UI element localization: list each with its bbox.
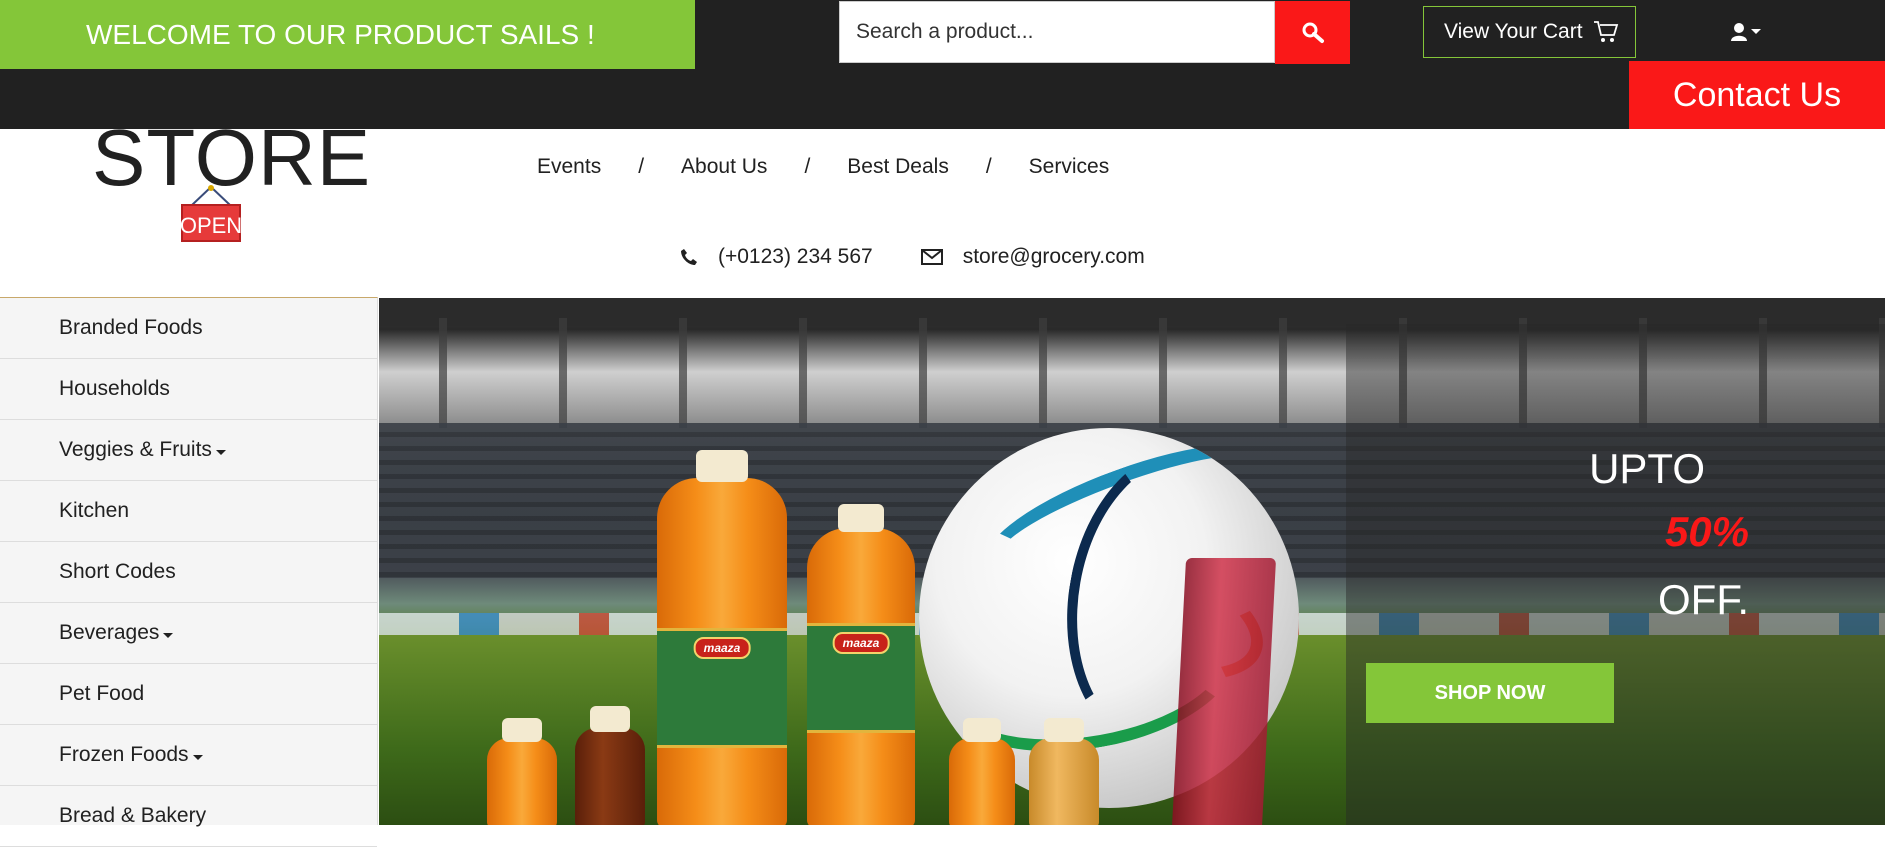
email-address[interactable]: store@grocery.com [963, 245, 1145, 269]
sidebar-item-label: Frozen Foods [59, 743, 189, 766]
shop-now-button[interactable]: SHOP NOW [1366, 663, 1614, 723]
phone-icon [681, 249, 697, 265]
sidebar-item-kitchen[interactable]: Kitchen [0, 481, 377, 542]
cart-label: View Your Cart [1444, 20, 1583, 43]
juice-bottle: maaza [807, 504, 915, 825]
welcome-banner: WELCOME TO OUR PRODUCT SAILS ! [0, 0, 695, 69]
bottle-brand-label: maaza [693, 637, 751, 659]
nav-events[interactable]: Events [537, 155, 601, 179]
hero-banner: maaza maaza UPTO 50% OFF. SHOP NOW [379, 298, 1885, 825]
sidebar-item-beverages[interactable]: Beverages [0, 603, 377, 664]
nav-about-us[interactable]: About Us [681, 155, 767, 179]
juice-bottle [949, 718, 1015, 825]
contact-label: Contact Us [1672, 75, 1842, 114]
chevron-down-icon [192, 754, 203, 760]
chevron-down-icon [215, 449, 226, 455]
nav-separator: / [638, 155, 645, 178]
promo-percent: 50% [1664, 508, 1749, 555]
cart-icon [1593, 21, 1618, 42]
nav-separator: / [804, 155, 811, 178]
phone-number: (+0123) 234 567 [718, 245, 873, 268]
main-nav: Events / About Us / Best Deals / Service… [537, 155, 1109, 179]
phone-contact: (+0123) 234 567 [680, 245, 873, 269]
juice-bottle [1029, 718, 1099, 825]
search-button[interactable] [1275, 1, 1350, 64]
sidebar-item-label: Short Codes [59, 560, 176, 583]
promo-overlay [1346, 324, 1885, 825]
bottle-brand-label: maaza [832, 632, 890, 654]
sidebar-item-bread-bakery[interactable]: Bread & Bakery [0, 786, 377, 847]
sidebar-item-label: Beverages [59, 621, 160, 644]
sidebar-item-label: Bread & Bakery [59, 804, 207, 827]
sidebar-item-frozen-foods[interactable]: Frozen Foods [0, 725, 377, 786]
chevron-down-icon [1751, 29, 1761, 34]
shop-now-label: SHOP NOW [1434, 681, 1546, 704]
search-field[interactable] [839, 1, 1275, 63]
sidebar-item-branded-foods[interactable]: Branded Foods [0, 298, 377, 359]
sidebar-item-label: Households [59, 377, 170, 400]
sidebar-item-label: Branded Foods [59, 316, 203, 339]
open-sign-icon: OPEN [180, 185, 242, 242]
search-icon [1302, 22, 1324, 43]
sidebar-item-label: Kitchen [59, 499, 130, 522]
email-contact: store@grocery.com [920, 245, 1145, 269]
nav-services[interactable]: Services [1029, 155, 1110, 179]
sidebar-item-label: Pet Food [59, 682, 145, 705]
chevron-down-icon [163, 632, 174, 638]
search-input[interactable] [856, 20, 1274, 44]
sidebar-item-veggies-fruits[interactable]: Veggies & Fruits [0, 420, 377, 481]
view-cart-button[interactable]: View Your Cart [1423, 6, 1636, 58]
sidebar-item-pet-food[interactable]: Pet Food [0, 664, 377, 725]
nav-separator: / [985, 155, 992, 178]
category-sidebar: Branded Foods Households Veggies & Fruit… [0, 297, 378, 847]
top-bar: WELCOME TO OUR PRODUCT SAILS ! View Your… [0, 0, 1885, 129]
juice-bottle [575, 706, 645, 825]
sidebar-item-short-codes[interactable]: Short Codes [0, 542, 377, 603]
promo-off: OFF. [1658, 576, 1749, 623]
sidebar-item-households[interactable]: Households [0, 359, 377, 420]
user-menu-button[interactable] [1730, 22, 1762, 42]
nav-best-deals[interactable]: Best Deals [847, 155, 949, 179]
contact-info: (+0123) 234 567 store@grocery.com [680, 245, 1193, 269]
svg-text:OPEN: OPEN [180, 213, 242, 238]
sidebar-item-label: Veggies & Fruits [59, 438, 212, 461]
envelope-icon [920, 249, 943, 265]
user-icon [1731, 23, 1747, 41]
juice-glass [1171, 558, 1277, 825]
welcome-text: WELCOME TO OUR PRODUCT SAILS ! [86, 18, 595, 50]
contact-us-button[interactable]: Contact Us [1629, 61, 1885, 129]
promo-upto: UPTO [1589, 445, 1705, 492]
juice-bottle: maaza [657, 450, 787, 825]
juice-bottle [487, 718, 557, 825]
